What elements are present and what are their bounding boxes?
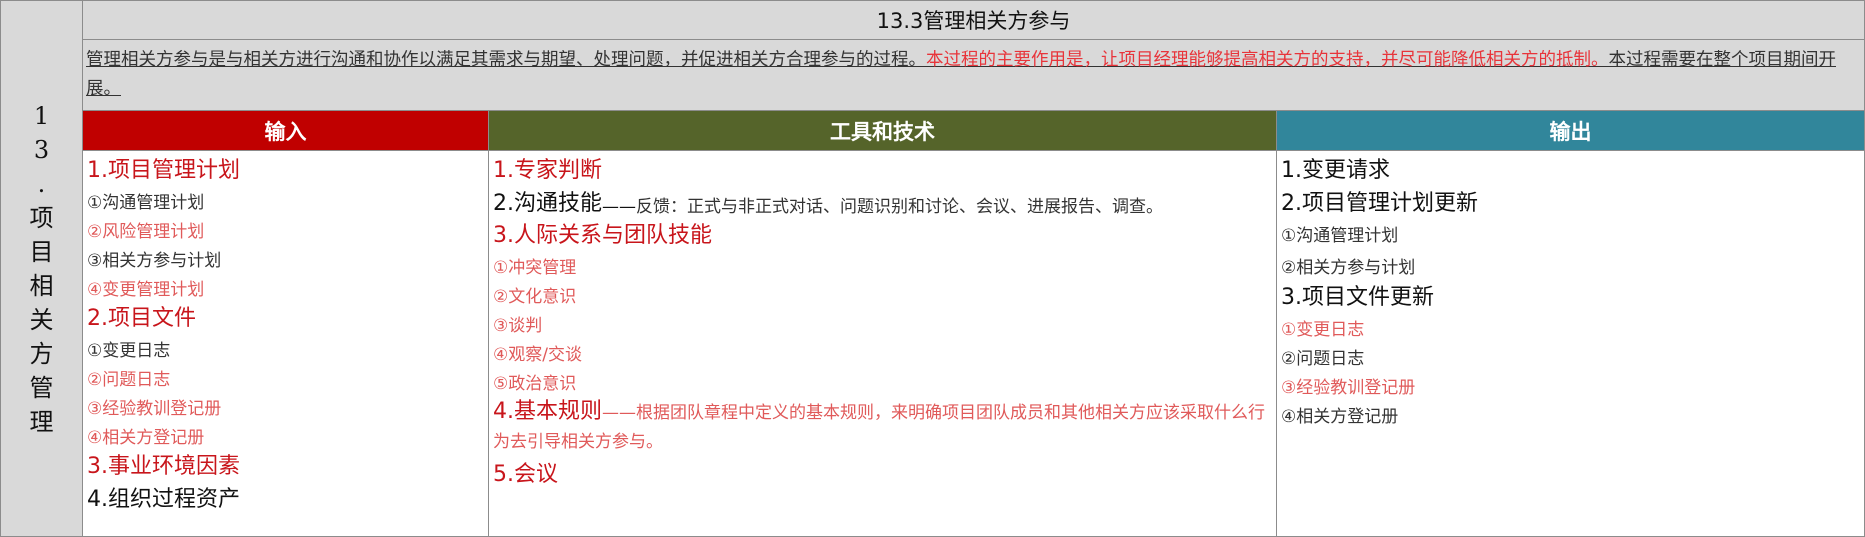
tool-detail: ——根据团队章程中定义的基本规则，来明确项目团队成员和其他相关方应该采取什么行为… (493, 403, 1265, 452)
output-subitem: ①变更日志 (1281, 320, 1365, 340)
output-item: 3.项目文件更新 (1281, 285, 1434, 310)
tool-subitem: ③谈判 (493, 316, 543, 336)
outputs-column: 1.变更请求 2.项目管理计划更新 ①沟通管理计划 ②相关方参与计划 3.项目文… (1277, 151, 1864, 536)
tool-dash: —— (602, 197, 636, 217)
tool-label: 4.基本规则 (493, 399, 602, 424)
tool-label: 2.沟通技能 (493, 191, 602, 216)
output-subitem: ②相关方参与计划 (1281, 258, 1416, 278)
inputs-column: 1.项目管理计划 ①沟通管理计划 ②风险管理计划 ③相关方参与计划 ④变更管理计… (83, 151, 489, 536)
tool-detail: 反馈：正式与非正式对话、问题识别和讨论、会议、进展报告、调查。 (636, 197, 1163, 217)
tool-subitem: ④观察/交谈 (493, 345, 582, 365)
input-subitem: ④相关方登记册 (87, 428, 205, 448)
output-subitem: ③经验教训登记册 (1281, 378, 1416, 398)
side-char: 1 (33, 101, 50, 130)
side-char: 项 (29, 203, 54, 232)
outputs-header: 输出 (1277, 111, 1864, 151)
description-highlight: 本过程的主要作用是，让项目经理能够提高相关方的支持，并尽可能降低相关方的抵制。 (926, 50, 1609, 70)
output-subitem: ④相关方登记册 (1281, 407, 1399, 427)
input-subitem: ③经验教训登记册 (87, 399, 222, 419)
side-label: 1 3 . 项 目 相 关 方 管 理 (1, 1, 83, 536)
input-item: 3.事业环境因素 (87, 454, 240, 479)
input-subitem: ②问题日志 (87, 370, 171, 390)
input-item: 4.组织过程资产 (87, 487, 240, 512)
tool-item: 4.基本规则——根据团队章程中定义的基本规则，来明确项目团队成员和其他相关方应该… (493, 397, 1272, 457)
page-title: 13.3管理相关方参与 (83, 1, 1864, 40)
tool-subitem: ①冲突管理 (493, 258, 577, 278)
input-subitem: ③相关方参与计划 (87, 251, 222, 271)
output-subitem: ②问题日志 (1281, 349, 1365, 369)
side-char: 方 (29, 339, 54, 368)
side-char: 理 (29, 407, 54, 436)
tools-header: 工具和技术 (489, 111, 1277, 151)
tool-item: 3.人际关系与团队技能 (493, 223, 712, 248)
tool-item: 2.沟通技能 —— 反馈：正式与非正式对话、问题识别和讨论、会议、进展报告、调查。 (493, 184, 1272, 217)
inputs-header: 输入 (83, 111, 489, 151)
input-item: 2.项目文件 (87, 306, 196, 331)
input-subitem: ②风险管理计划 (87, 222, 205, 242)
output-item: 2.项目管理计划更新 (1281, 191, 1478, 216)
input-item: 1.项目管理计划 (87, 158, 240, 183)
process-description: 管理相关方参与是与相关方进行沟通和协作以满足其需求与期望、处理问题，并促进相关方… (83, 40, 1864, 111)
side-char: 关 (29, 305, 54, 334)
process-sheet: 1 3 . 项 目 相 关 方 管 理 13.3管理相关方参与 管理相关方参与是… (0, 0, 1865, 537)
side-char: 目 (29, 237, 54, 266)
side-char: . (37, 169, 46, 198)
side-char: 3 (33, 135, 50, 164)
side-char: 相 (29, 271, 54, 300)
tool-subitem: ②文化意识 (493, 287, 577, 307)
input-subitem: ①沟通管理计划 (87, 193, 205, 213)
tool-item: 5.会议 (493, 462, 558, 487)
output-subitem: ①沟通管理计划 (1281, 226, 1399, 246)
input-subitem: ④变更管理计划 (87, 280, 205, 300)
tool-subitem: ⑤政治意识 (493, 374, 577, 394)
side-char: 管 (29, 373, 54, 402)
input-subitem: ①变更日志 (87, 341, 171, 361)
tool-item: 1.专家判断 (493, 158, 602, 183)
output-item: 1.变更请求 (1281, 158, 1390, 183)
tools-column: 1.专家判断 2.沟通技能 —— 反馈：正式与非正式对话、问题识别和讨论、会议、进展… (489, 151, 1277, 536)
description-text: 管理相关方参与是与相关方进行沟通和协作以满足其需求与期望、处理问题，并促进相关方… (86, 50, 926, 70)
